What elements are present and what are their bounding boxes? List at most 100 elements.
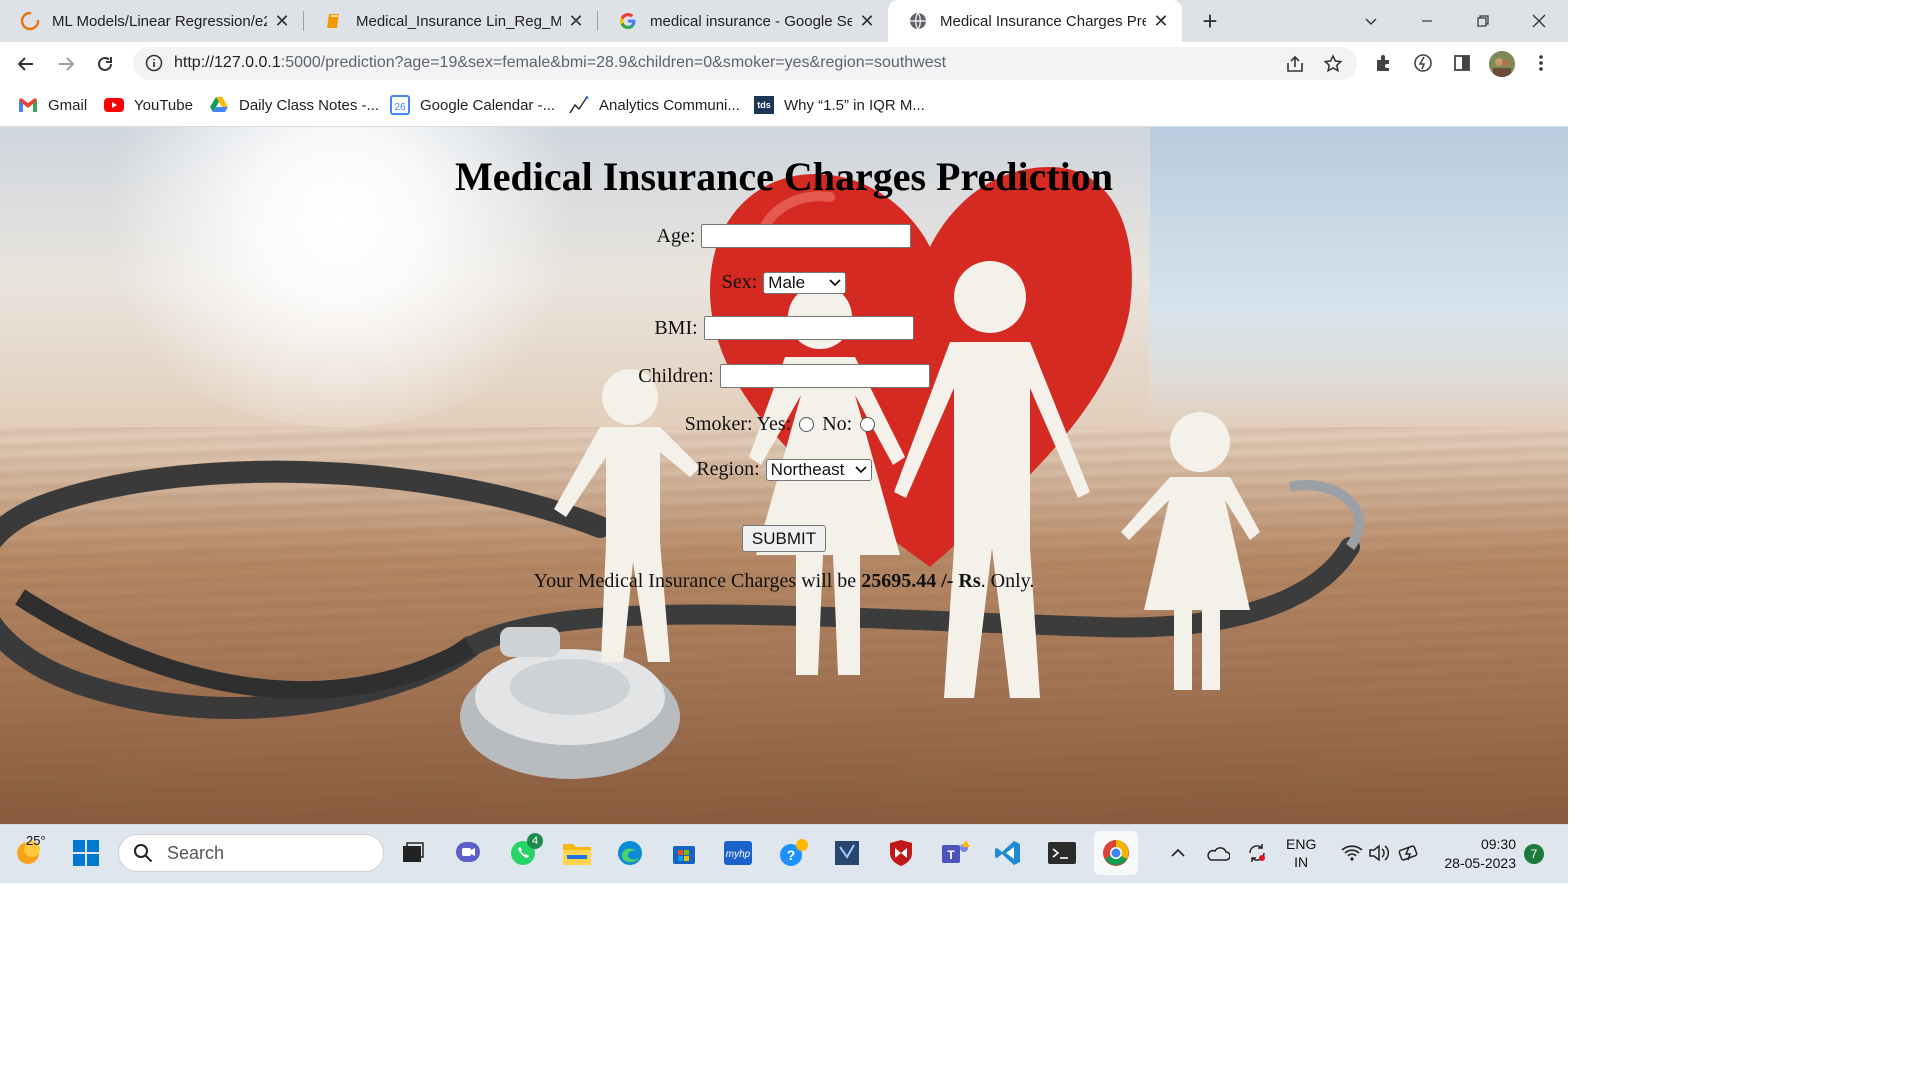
task-view-icon[interactable] [396, 837, 428, 869]
tab-title: medical insurance - Google Searc [650, 12, 852, 30]
svg-text:myhp: myhp [726, 849, 751, 860]
tab-google-search[interactable]: medical insurance - Google Searc ✕ [598, 0, 888, 42]
myhp-icon[interactable]: myhp [722, 837, 754, 869]
result-currency: /- Rs [941, 570, 981, 592]
site-info-icon[interactable] [145, 54, 163, 72]
age-input[interactable] [701, 224, 912, 248]
bookmark-label: Gmail [48, 96, 88, 114]
chevron-down-icon [847, 465, 867, 474]
tab-colab-notebook[interactable]: Medical_Insurance Lin_Reg_Mode ✕ [304, 0, 597, 42]
smoker-no-radio[interactable] [860, 417, 876, 432]
bookmark-iqr[interactable]: tds Why “1.5” in IQR M... [754, 94, 925, 116]
notification-count-badge[interactable]: 7 [1524, 844, 1544, 864]
smoker-yes-radio[interactable] [799, 417, 815, 432]
close-icon[interactable]: ✕ [858, 12, 876, 30]
menu-kebab-icon[interactable] [1530, 52, 1552, 74]
region-code: IN [1294, 854, 1309, 870]
tab-prediction-app[interactable]: Medical Insurance Charges Predi ✕ [888, 0, 1182, 42]
calendar-icon: 26 [390, 95, 410, 115]
youtube-icon [104, 96, 124, 114]
tab-search-chevron-icon[interactable] [1356, 6, 1386, 36]
teams-icon[interactable]: T [939, 837, 971, 869]
tds-logo-icon: tds [754, 96, 774, 114]
url-path: :5000/prediction?age=19&sex=female&bmi=2… [280, 54, 947, 71]
address-bar[interactable]: http://127.0.0.1:5000/prediction?age=19&… [133, 47, 1357, 80]
close-icon[interactable]: ✕ [273, 12, 291, 30]
submit-button[interactable]: SUBMIT [741, 525, 827, 552]
onedrive-cloud-icon[interactable] [1202, 837, 1234, 869]
sex-select[interactable]: Male [763, 271, 847, 294]
volume-icon[interactable] [1363, 837, 1395, 869]
performance-icon[interactable] [1412, 52, 1434, 74]
result-amount: 25695.44 [861, 570, 937, 592]
close-window-icon[interactable] [1524, 6, 1554, 36]
close-icon[interactable]: ✕ [1152, 12, 1170, 30]
bookmark-label: Why “1.5” in IQR M... [784, 96, 925, 114]
sex-selected-value: Male [768, 272, 806, 292]
children-row: Children: [0, 364, 1568, 388]
bookmark-star-icon[interactable] [1323, 54, 1343, 74]
result-prefix: Your Medical Insurance Charges will be [533, 570, 857, 592]
region-row: Region: Northeast [0, 458, 1568, 481]
sex-row: Sex: Male [0, 271, 1568, 294]
minimize-icon[interactable] [1412, 6, 1442, 36]
windows-start-icon[interactable] [70, 837, 102, 869]
battery-charging-icon[interactable] [1393, 837, 1425, 869]
search-placeholder: Search [167, 842, 225, 863]
bmi-label: BMI: [654, 316, 698, 339]
vscode-icon[interactable] [992, 837, 1024, 869]
submit-row: SUBMIT [0, 525, 1568, 552]
tab-strip: ML Models/Linear Regression/e2 ✕ Medical… [0, 0, 1568, 42]
share-icon[interactable] [1285, 54, 1305, 74]
result-suffix: . Only. [980, 570, 1035, 592]
taskbar-search-box[interactable]: Search [118, 834, 384, 872]
bookmark-class-notes[interactable]: Daily Class Notes -... [209, 94, 379, 116]
bmi-row: BMI: [0, 316, 1568, 340]
reload-icon[interactable] [91, 50, 119, 78]
tab-title: Medical_Insurance Lin_Reg_Mode [356, 12, 561, 30]
clock-date: 28-05-2023 [1444, 855, 1516, 871]
restore-icon[interactable] [1468, 6, 1498, 36]
prediction-result: Your Medical Insurance Charges will be 2… [0, 570, 1568, 593]
teams-chat-icon[interactable] [452, 837, 484, 869]
edge-icon[interactable] [614, 837, 646, 869]
sync-icon[interactable] [1241, 837, 1273, 869]
forward-arrow-icon[interactable] [52, 50, 80, 78]
page-title: Medical Insurance Charges Prediction [454, 154, 1114, 199]
tray-overflow-chevron-icon[interactable] [1162, 837, 1194, 869]
svg-text:26: 26 [394, 102, 406, 113]
bookmarks-bar: Gmail YouTube Daily Class Notes -... 26 … [0, 86, 1568, 127]
tab-ml-models[interactable]: ML Models/Linear Regression/e2 ✕ [0, 0, 303, 42]
age-row: Age: [0, 224, 1568, 248]
get-help-icon[interactable]: ? [777, 837, 809, 869]
side-panel-icon[interactable] [1451, 52, 1473, 74]
back-arrow-icon[interactable] [12, 50, 40, 78]
close-icon[interactable]: ✕ [567, 12, 585, 30]
terminal-icon[interactable] [1046, 837, 1078, 869]
bookmark-analytics[interactable]: Analytics Communi... [569, 94, 740, 116]
bookmark-google-calendar[interactable]: 26 Google Calendar -... [390, 94, 555, 116]
mcafee-icon[interactable] [885, 837, 917, 869]
bmi-input[interactable] [703, 316, 914, 340]
sex-label: Sex: [721, 271, 758, 293]
profile-avatar[interactable] [1489, 51, 1515, 77]
bookmark-youtube[interactable]: YouTube [104, 94, 193, 116]
chrome-taskbar-icon[interactable] [1094, 831, 1138, 875]
microsoft-store-icon[interactable] [668, 837, 700, 869]
notebook-icon [324, 11, 344, 31]
url-text[interactable]: http://127.0.0.1:5000/prediction?age=19&… [174, 54, 946, 72]
svg-text:T: T [947, 848, 955, 862]
region-select[interactable]: Northeast [765, 458, 872, 481]
children-input[interactable] [719, 364, 930, 388]
clock[interactable]: 09:30 28-05-2023 [1436, 835, 1516, 873]
file-explorer-icon[interactable] [561, 837, 593, 869]
smoker-row: Smoker: Yes: No: [0, 413, 1568, 436]
language-indicator[interactable]: ENG IN [1286, 835, 1316, 871]
url-host: http://127.0.0.1 [174, 54, 281, 71]
extensions-puzzle-icon[interactable] [1373, 52, 1395, 74]
tab-title: ML Models/Linear Regression/e2 [52, 12, 267, 30]
bookmark-gmail[interactable]: Gmail [18, 94, 87, 116]
new-tab-plus-icon[interactable]: + [1196, 7, 1224, 35]
chevron-down-icon [821, 278, 841, 287]
app-bluebox-icon[interactable] [831, 837, 863, 869]
